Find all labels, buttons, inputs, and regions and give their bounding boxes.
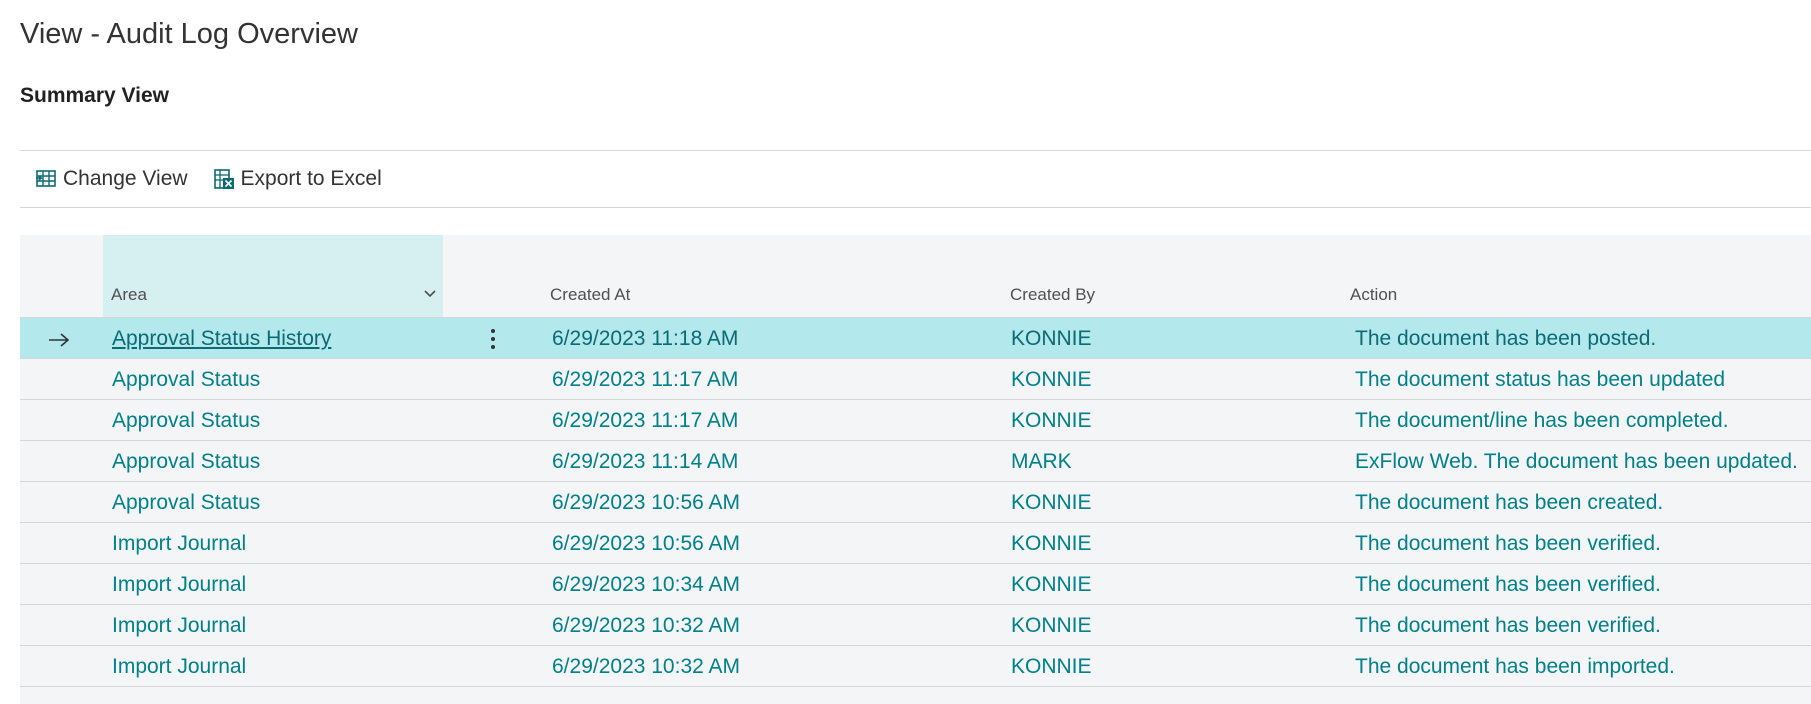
change-view-label: Change View <box>63 167 188 190</box>
arrow-right-icon <box>48 330 70 347</box>
cell-created-by: KONNIE <box>1011 532 1092 555</box>
cell-created-at: 6/29/2023 11:17 AM <box>552 409 739 432</box>
table-row[interactable]: Approval Status 6/29/2023 11:17 AM KONNI… <box>20 359 1811 400</box>
cell-created-by: KONNIE <box>1011 573 1092 596</box>
cell-action: ExFlow Web. The document has been update… <box>1355 450 1798 473</box>
cell-created-at: 6/29/2023 10:32 AM <box>552 655 740 678</box>
cell-created-by: KONNIE <box>1011 368 1092 391</box>
cell-created-by: KONNIE <box>1011 655 1092 678</box>
table-row[interactable]: Import Journal 6/29/2023 10:56 AM KONNIE… <box>20 523 1811 564</box>
cell-area[interactable]: Import Journal <box>112 614 246 638</box>
cell-created-by: KONNIE <box>1011 327 1092 350</box>
cell-area[interactable]: Approval Status <box>112 491 260 515</box>
cell-created-by: MARK <box>1011 450 1072 473</box>
cell-area[interactable]: Import Journal <box>112 573 246 597</box>
table-header: Area Created At Created By Action <box>20 235 1811 318</box>
cell-action: The document has been imported. <box>1355 655 1675 678</box>
area-column-header[interactable] <box>103 235 443 317</box>
cell-area[interactable]: Import Journal <box>112 655 246 679</box>
table-row[interactable]: Approval Status 6/29/2023 11:14 AM MARK … <box>20 441 1811 482</box>
cell-area[interactable]: Approval Status <box>112 450 260 474</box>
cell-area[interactable]: Approval Status <box>112 368 260 392</box>
cell-created-at: 6/29/2023 11:14 AM <box>552 450 739 473</box>
cell-action: The document has been posted. <box>1355 327 1657 350</box>
table-row[interactable]: Approval Status 6/29/2023 10:56 AM KONNI… <box>20 482 1811 523</box>
cell-created-at: 6/29/2023 10:32 AM <box>552 614 740 637</box>
cell-action: The document has been verified. <box>1355 532 1661 555</box>
column-header-created-by[interactable]: Created By <box>1010 285 1095 305</box>
cell-action: The document/line has been completed. <box>1355 409 1729 432</box>
table-row[interactable]: Import Journal 6/29/2023 10:32 AM KONNIE… <box>20 605 1811 646</box>
cell-created-at: 6/29/2023 11:18 AM <box>552 327 739 350</box>
cell-action: The document has been created. <box>1355 491 1664 514</box>
excel-icon <box>212 167 236 191</box>
cell-created-by: KONNIE <box>1011 491 1092 514</box>
column-header-action[interactable]: Action <box>1350 285 1397 305</box>
cell-created-at: 6/29/2023 11:17 AM <box>552 368 739 391</box>
audit-log-table: Area Created At Created By Action Approv… <box>20 235 1811 704</box>
cell-area[interactable]: Approval Status <box>112 409 260 433</box>
chevron-down-icon[interactable] <box>422 285 438 301</box>
column-header-created-at[interactable]: Created At <box>550 285 630 305</box>
more-vertical-icon[interactable] <box>488 327 498 351</box>
cell-area[interactable]: Import Journal <box>112 532 246 556</box>
cell-created-at: 6/29/2023 10:56 AM <box>552 532 740 555</box>
cell-created-by: KONNIE <box>1011 409 1092 432</box>
cell-created-at: 6/29/2023 10:34 AM <box>552 573 740 596</box>
cell-area[interactable]: Approval Status History <box>112 327 331 351</box>
export-to-excel-label: Export to Excel <box>240 167 382 190</box>
view-subtitle: Summary View <box>20 84 170 107</box>
change-view-button[interactable]: Change View <box>34 167 188 191</box>
cell-created-at: 6/29/2023 10:56 AM <box>552 491 740 514</box>
cell-action: The document has been verified. <box>1355 614 1661 637</box>
table-row[interactable]: Approval Status 6/29/2023 11:17 AM KONNI… <box>20 400 1811 441</box>
cell-created-by: KONNIE <box>1011 614 1092 637</box>
page-title: View - Audit Log Overview <box>20 18 358 50</box>
table-row[interactable]: Import Journal 6/29/2023 10:34 AM KONNIE… <box>20 564 1811 605</box>
column-header-area[interactable]: Area <box>111 285 147 305</box>
export-to-excel-button[interactable]: Export to Excel <box>212 167 382 191</box>
table-row[interactable]: Import Journal 6/29/2023 10:32 AM KONNIE… <box>20 646 1811 687</box>
table-row[interactable]: Approval Status History 6/29/2023 11:18 … <box>20 318 1811 359</box>
change-view-icon <box>34 167 58 191</box>
cell-action: The document status has been updated <box>1355 368 1726 391</box>
cell-action: The document has been verified. <box>1355 573 1661 596</box>
action-bar: Change View Export to Excel <box>20 150 1811 208</box>
